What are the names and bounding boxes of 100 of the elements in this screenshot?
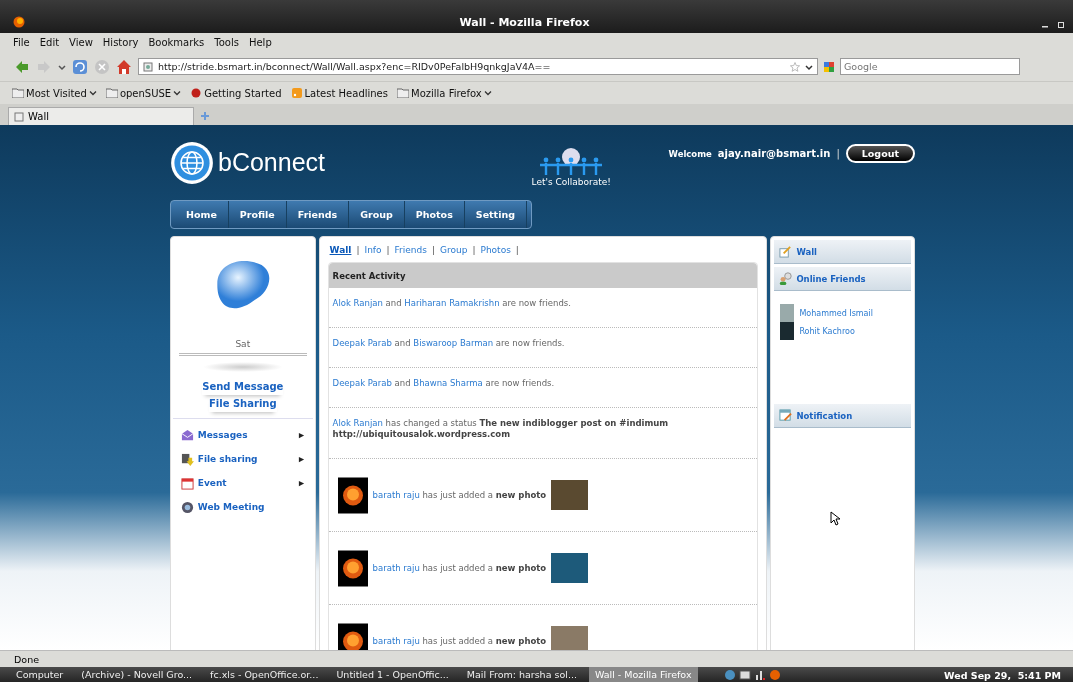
friend-link[interactable]: Mohammed Ismail bbox=[799, 308, 873, 318]
photo-placeholder[interactable] bbox=[551, 626, 589, 650]
user-link[interactable]: barath raju bbox=[372, 635, 420, 646]
wall-tab[interactable]: Photos bbox=[480, 245, 511, 255]
tray-monitor-icon[interactable] bbox=[738, 669, 751, 681]
panel-title[interactable]: Notification bbox=[796, 410, 853, 421]
submenu-arrow-icon[interactable] bbox=[297, 455, 305, 463]
folder-icon bbox=[105, 88, 118, 98]
activity-text: Alok Ranjan has changed a status The new indiblogger post on #indimum http://ubiquitousalok.wordpress.com bbox=[332, 418, 670, 440]
nav-tab[interactable]: Group bbox=[349, 201, 405, 228]
sidebar-menu-link[interactable]: Messages bbox=[197, 430, 294, 440]
address-bar[interactable]: http://stride.bsmart.in/bconnect/Wall/Wall.aspx?enc=RIDv0PeFalbH9qnkgJaV4A== bbox=[138, 58, 818, 75]
user-link[interactable]: Deepak Parab bbox=[332, 378, 392, 388]
site-logo-text: bConnect bbox=[218, 148, 326, 177]
profile-action-link[interactable]: Send Message bbox=[202, 378, 284, 395]
sidebar-menu-link[interactable]: Event bbox=[197, 478, 294, 488]
separator: | bbox=[515, 245, 519, 255]
bookmark-page-icon bbox=[190, 88, 203, 98]
submenu-arrow-icon[interactable] bbox=[297, 431, 305, 439]
panel-title[interactable]: Wall bbox=[796, 246, 817, 257]
separator: | bbox=[386, 245, 390, 255]
wall-tab[interactable]: Group bbox=[440, 245, 468, 255]
nav-tab[interactable]: Profile bbox=[228, 201, 287, 228]
activity-text: Alok Ranjan and Hariharan Ramakrishn are now friends. bbox=[332, 298, 571, 309]
caret-icon bbox=[173, 89, 182, 97]
mouse-cursor-icon bbox=[830, 511, 840, 526]
wall-tab[interactable]: Wall bbox=[329, 245, 352, 255]
user-link[interactable]: barath raju bbox=[372, 562, 420, 573]
wall-tab[interactable]: Friends bbox=[394, 245, 427, 255]
submenu-arrow-icon[interactable] bbox=[297, 479, 305, 487]
folder-icon bbox=[12, 88, 24, 98]
reload-icon[interactable] bbox=[72, 58, 88, 75]
bookmark-item[interactable]: openSUSE bbox=[105, 87, 182, 99]
bookmark-item[interactable]: Most Visited bbox=[12, 87, 97, 99]
nav-tab[interactable]: Setting bbox=[464, 201, 527, 228]
logout-button[interactable]: Logout bbox=[845, 144, 915, 163]
section-title: Recent Activity bbox=[332, 270, 406, 281]
user-link[interactable]: Hariharan Ramakrishn bbox=[404, 298, 500, 308]
search-engine-icon[interactable] bbox=[824, 61, 834, 72]
tray-globe-icon[interactable] bbox=[723, 669, 736, 681]
panel-title: Online Friends bbox=[796, 273, 866, 284]
user-email: ajay.nair@bsmart.in bbox=[717, 148, 831, 159]
taskbar-item[interactable]: Wall - Mozilla Firefox bbox=[588, 667, 698, 682]
user-link[interactable]: Alok Ranjan bbox=[332, 298, 383, 308]
tagline: Let's Collaborate! bbox=[531, 176, 611, 187]
menu-item[interactable]: View bbox=[69, 37, 93, 48]
bookmark-item[interactable]: Getting Started bbox=[190, 87, 282, 99]
user-link[interactable]: Bhawna Sharma bbox=[413, 378, 483, 388]
taskbar-item[interactable]: fc.xls - OpenOffice.or... bbox=[204, 667, 325, 682]
menu-item[interactable]: Edit bbox=[39, 37, 60, 48]
menu-item[interactable]: Tools bbox=[214, 37, 239, 48]
menu-item[interactable]: File bbox=[13, 37, 30, 48]
home-icon[interactable] bbox=[116, 58, 132, 75]
search-field[interactable]: Google bbox=[840, 58, 1020, 75]
menu-item[interactable]: History bbox=[102, 37, 139, 48]
dropdown-icon[interactable] bbox=[805, 62, 813, 71]
feed-icon bbox=[290, 88, 303, 98]
avatar-thumbnail bbox=[337, 549, 368, 587]
activity-text: barath raju has just added a new photo bbox=[372, 635, 547, 647]
user-link[interactable]: Alok Ranjan bbox=[332, 418, 383, 428]
taskbar-item[interactable]: Computer bbox=[10, 667, 70, 682]
taskbar-item[interactable]: (Archive) - Novell Gro... bbox=[75, 667, 199, 682]
star-icon[interactable] bbox=[790, 61, 800, 72]
tray-signal-icon[interactable] bbox=[753, 669, 766, 681]
profile-action-link[interactable]: File Sharing bbox=[208, 395, 277, 412]
friend-link[interactable]: Rohit Kachroo bbox=[799, 326, 855, 336]
caret-icon bbox=[88, 89, 97, 97]
maximize-icon[interactable] bbox=[1057, 21, 1065, 29]
clock: Wed Sep 29, 5:41 PM bbox=[944, 669, 1061, 681]
browser-tab[interactable]: Wall bbox=[8, 107, 194, 125]
avatar-thumbnail bbox=[337, 476, 368, 514]
separator: | bbox=[836, 148, 840, 159]
user-link[interactable]: Deepak Parab bbox=[332, 338, 392, 348]
folder-icon bbox=[397, 88, 409, 98]
bookmark-item[interactable]: Mozilla Firefox bbox=[397, 87, 492, 99]
nav-tab[interactable]: Photos bbox=[404, 201, 465, 228]
wall-tab[interactable]: Info bbox=[364, 245, 382, 255]
taskbar-item[interactable]: Untitled 1 - OpenOffic... bbox=[330, 667, 455, 682]
user-link[interactable]: barath raju bbox=[372, 489, 420, 500]
menu-item[interactable]: Bookmarks bbox=[148, 37, 205, 48]
nav-tab[interactable]: Friends bbox=[286, 201, 350, 228]
friend-avatar bbox=[780, 304, 795, 322]
pencil-note-icon bbox=[779, 245, 793, 258]
bookmark-item[interactable]: Latest Headlines bbox=[290, 87, 388, 99]
status-text: Done bbox=[14, 653, 39, 665]
user-link[interactable]: Biswaroop Barman bbox=[413, 338, 494, 348]
activity-text: barath raju has just added a new photo bbox=[372, 489, 547, 501]
separator: | bbox=[472, 245, 476, 255]
menu-item[interactable]: Help bbox=[248, 37, 272, 48]
nav-tab[interactable]: Home bbox=[175, 201, 229, 228]
calendar-icon bbox=[180, 476, 194, 490]
window-pencil-icon bbox=[779, 409, 793, 422]
taskbar-item[interactable]: Mail From: harsha sol... bbox=[460, 667, 583, 682]
sidebar-menu-link[interactable]: Web Meeting bbox=[197, 502, 305, 512]
tray-firefox-icon[interactable] bbox=[768, 669, 781, 681]
photo-placeholder[interactable] bbox=[551, 553, 589, 583]
caret-icon bbox=[483, 89, 492, 97]
photo-placeholder[interactable] bbox=[551, 480, 589, 510]
sidebar-menu-link[interactable]: File sharing bbox=[197, 454, 294, 464]
dropdown-icon[interactable] bbox=[58, 62, 66, 71]
